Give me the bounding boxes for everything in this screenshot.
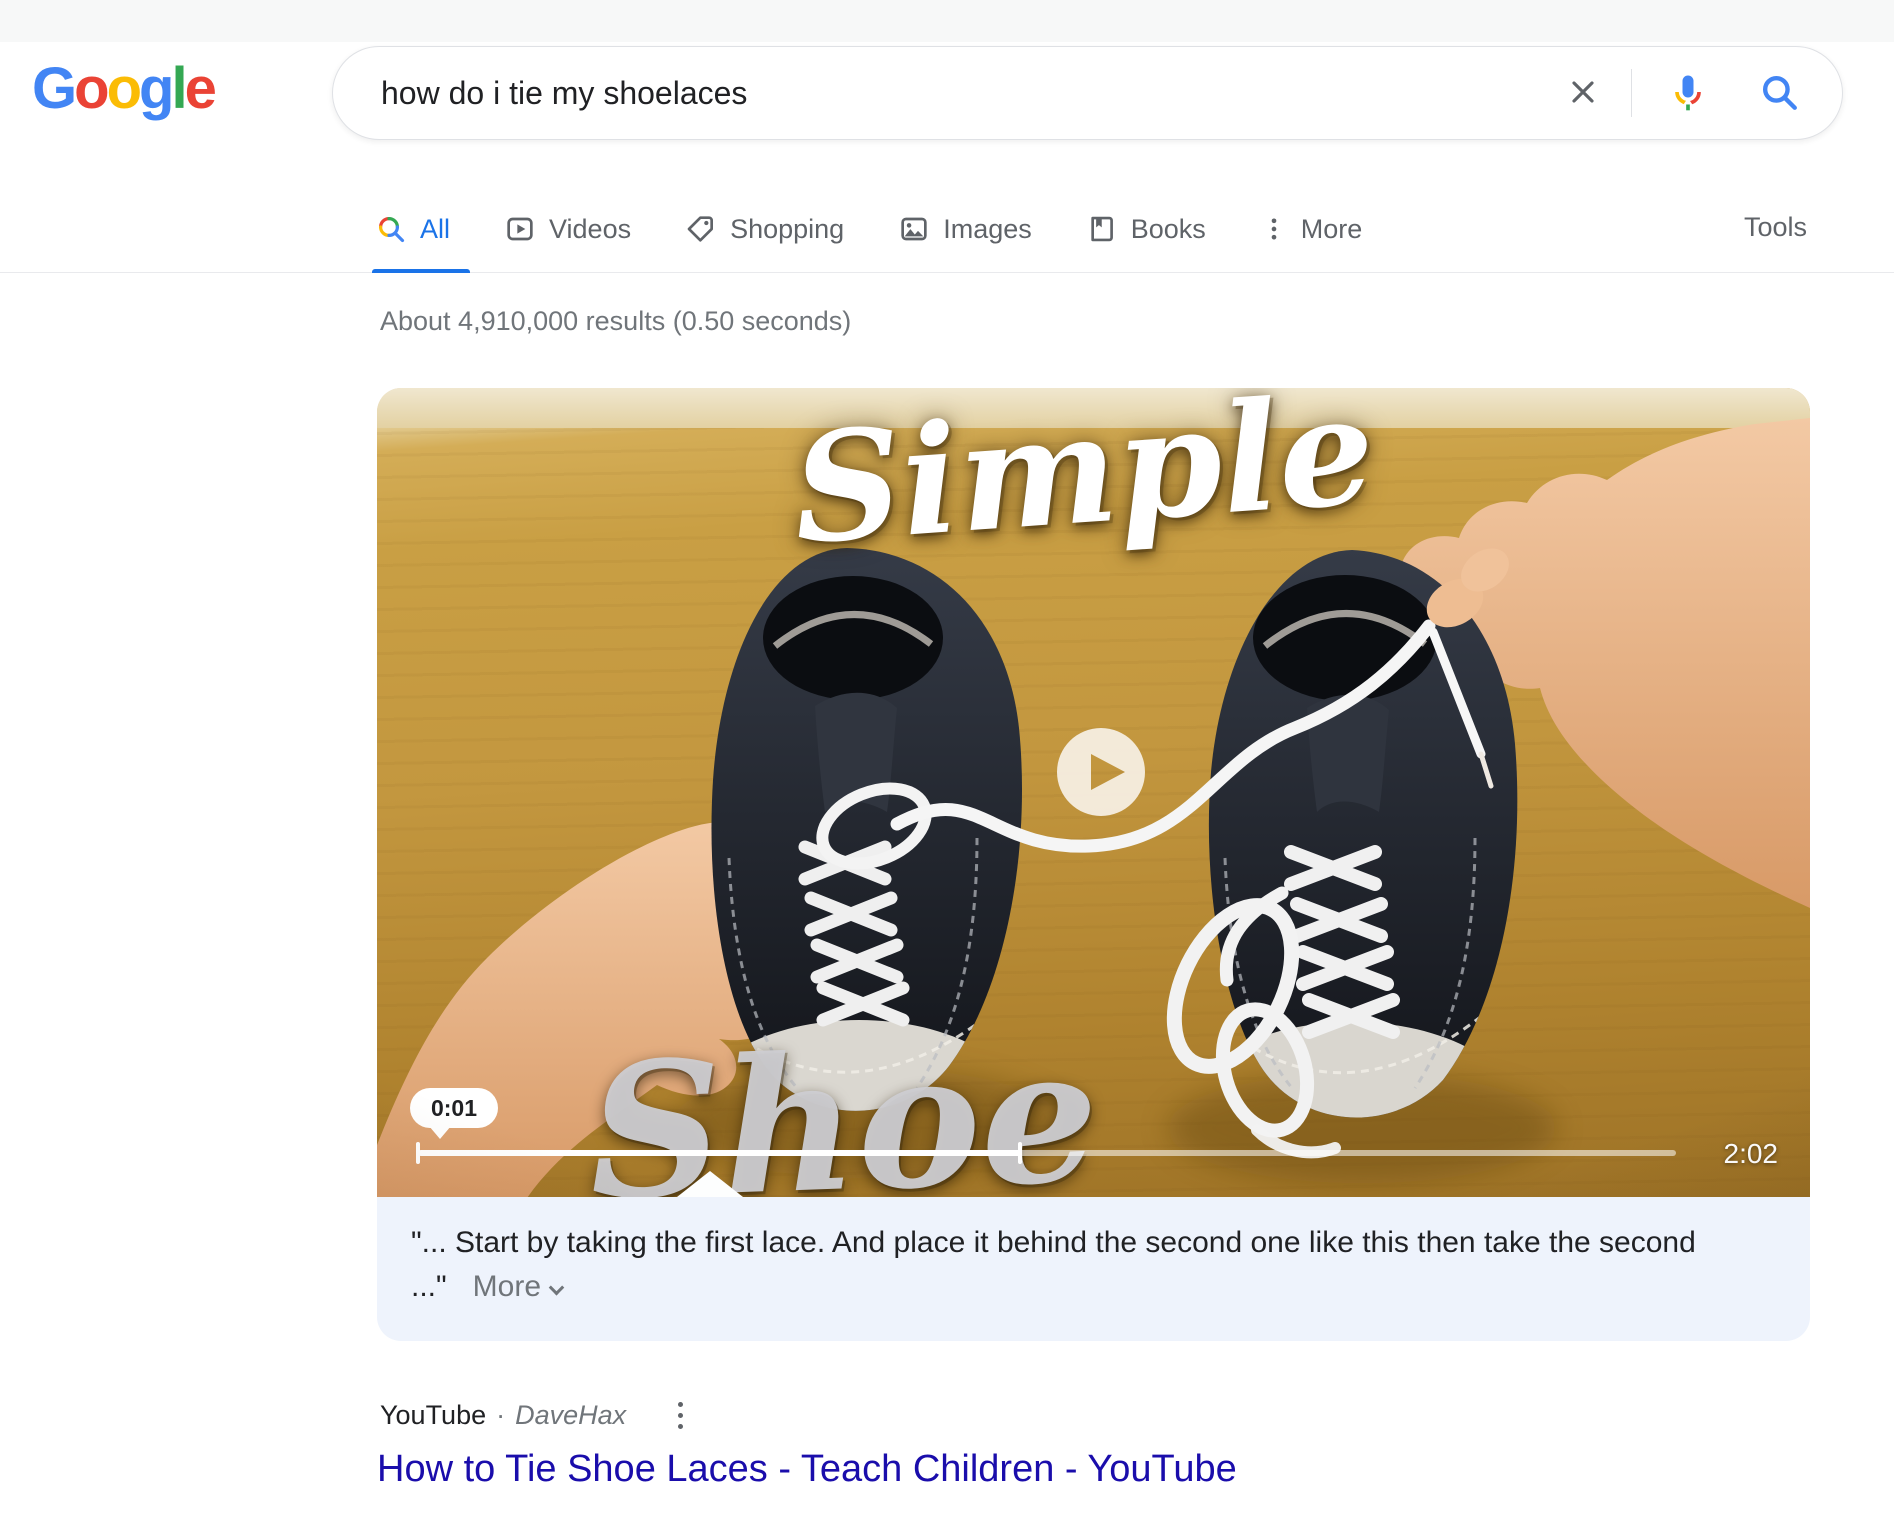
timestamp-badge-pointer [429, 1126, 451, 1139]
source-separator: · [496, 1400, 505, 1431]
play-button[interactable] [1053, 724, 1149, 820]
search-submit-button[interactable] [1758, 71, 1800, 116]
source-channel: DaveHax [515, 1400, 626, 1431]
tab-label: Images [943, 214, 1032, 245]
videos-icon [504, 213, 536, 245]
header-divider [0, 272, 1894, 273]
logo-letter: g [139, 56, 171, 121]
images-icon [898, 213, 930, 245]
tab-label: More [1301, 214, 1363, 245]
close-icon [1565, 74, 1601, 113]
logo-letter: o [107, 56, 139, 121]
tab-shopping[interactable]: Shopping [685, 213, 844, 245]
books-icon [1086, 213, 1118, 245]
result-title-link[interactable]: How to Tie Shoe Laces - Teach Children -… [377, 1448, 1237, 1491]
search-icon [1758, 71, 1800, 116]
transcript-box: "... Start by taking the first lace. And… [377, 1197, 1810, 1341]
results-tab-bar: All Videos Shopping Images Books [375, 206, 1362, 252]
more-label: More [473, 1270, 541, 1303]
active-tab-underline [372, 269, 470, 273]
tab-videos[interactable]: Videos [504, 213, 631, 245]
video-duration: 2:02 [1724, 1138, 1779, 1170]
result-source-row: YouTube · DaveHax [380, 1398, 687, 1433]
clip-end-tick [1018, 1142, 1022, 1164]
more-options-icon[interactable] [674, 1398, 687, 1433]
transcript-more-button[interactable]: More [473, 1270, 562, 1303]
logo-letter: G [32, 56, 74, 121]
video-progress-highlight [418, 1150, 1022, 1156]
tab-all[interactable]: All [375, 213, 450, 245]
search-input[interactable]: how do i tie my shoelaces [381, 75, 1565, 112]
tab-images[interactable]: Images [898, 213, 1032, 245]
voice-search-button[interactable] [1666, 70, 1710, 117]
video-result-card: Simple Shoe Laces 0:01 2:02 "... Start b… [377, 388, 1810, 1341]
clear-search-button[interactable] [1565, 74, 1601, 113]
shopping-tag-icon [685, 213, 717, 245]
results-stats: About 4,910,000 results (0.50 seconds) [380, 306, 851, 337]
tools-button[interactable]: Tools [1744, 212, 1807, 243]
more-dots-icon [1260, 213, 1288, 245]
microphone-icon [1666, 70, 1710, 117]
thumbnail-title-bottom: Shoe Laces [586, 998, 1810, 1197]
timestamp-badge: 0:01 [410, 1088, 498, 1128]
search-bar-divider [1631, 69, 1632, 117]
logo-letter: l [171, 56, 184, 121]
transcript-caret [677, 1171, 743, 1197]
google-logo[interactable]: Google [32, 58, 214, 120]
tab-label: Videos [549, 214, 631, 245]
google-search-results-page: Google how do i tie my shoelaces [0, 0, 1894, 1518]
video-thumbnail[interactable]: Simple Shoe Laces 0:01 2:02 [377, 388, 1810, 1197]
tab-label: All [420, 214, 450, 245]
transcript-quote: "... Start by taking the first lace. And… [411, 1226, 1696, 1303]
logo-letter: e [185, 56, 214, 121]
source-site: YouTube [380, 1400, 486, 1431]
tab-label: Shopping [730, 214, 844, 245]
search-colored-icon [375, 213, 407, 245]
thumbnail-title-top: Simple [788, 388, 1379, 570]
top-band [0, 0, 1894, 42]
search-bar[interactable]: how do i tie my shoelaces [332, 46, 1843, 140]
clip-start-tick [416, 1142, 420, 1164]
tab-books[interactable]: Books [1086, 213, 1206, 245]
tab-label: Books [1131, 214, 1206, 245]
chevron-down-icon [549, 1280, 565, 1296]
tab-more[interactable]: More [1260, 213, 1363, 245]
logo-letter: o [74, 56, 106, 121]
